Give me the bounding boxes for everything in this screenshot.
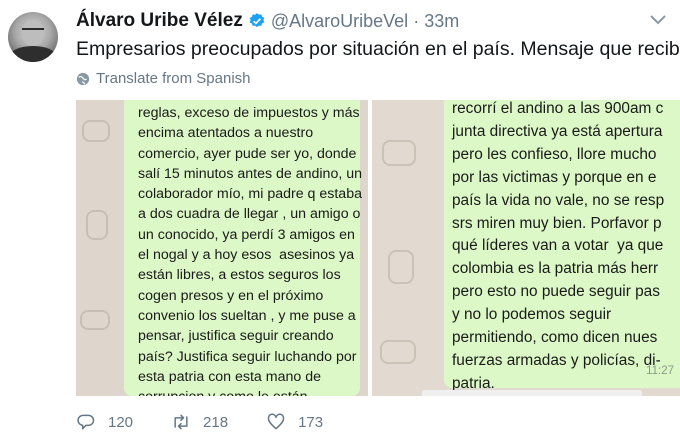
translate-link[interactable]: Translate from Spanish (76, 70, 251, 87)
tweet-header: Álvaro Uribe Vélez @AlvaroUribeVel · 33m (76, 10, 459, 32)
author-name[interactable]: Álvaro Uribe Vélez (76, 10, 243, 32)
tweet-media[interactable]: reglas, exceso de impuestos y más encima… (76, 100, 680, 396)
heart-icon (267, 413, 285, 430)
avatar-glasses (22, 28, 44, 33)
wallpaper-doodle (380, 340, 416, 364)
wallpaper-doodle (80, 310, 110, 330)
translate-label: Translate from Spanish (96, 70, 251, 87)
globe-icon (76, 72, 90, 85)
input-bar-edge (422, 390, 642, 396)
reply-icon (77, 414, 95, 430)
wallpaper-doodle (86, 210, 108, 240)
retweet-icon (174, 414, 188, 430)
avatar-suit (10, 46, 56, 62)
message-timestamp: 11:27 (646, 365, 674, 377)
reply-button[interactable]: 120 (76, 412, 133, 432)
chevron-down-icon[interactable] (650, 14, 666, 26)
wallpaper-doodle (82, 120, 110, 142)
author-handle[interactable]: @AlvaroUribeVel (271, 11, 408, 32)
retweet-count: 218 (203, 413, 229, 431)
verified-badge-icon (249, 13, 265, 28)
wallpaper-doodle (382, 140, 416, 166)
reply-count: 120 (108, 413, 134, 431)
screenshot-right[interactable]: recorrí el andino a las 900am c junta di… (372, 100, 680, 396)
avatar[interactable] (8, 12, 58, 62)
tweet-actions: 120 218 173 (76, 412, 361, 432)
screenshot-left[interactable]: reglas, exceso de impuestos y más encima… (76, 100, 368, 396)
like-count: 173 (298, 413, 324, 431)
separator-dot: · (413, 10, 420, 31)
retweet-button[interactable]: 218 (171, 412, 228, 432)
wallpaper-doodle (388, 250, 414, 284)
chat-message-left: reglas, exceso de impuestos y más encima… (138, 105, 363, 396)
chat-message-right: recorrí el andino a las 900am c junta di… (452, 100, 665, 392)
tweet-time[interactable]: 33m (424, 11, 459, 32)
tweet-text: Empresarios preocupados por situación en… (76, 38, 680, 60)
avatar-face (22, 20, 44, 46)
like-button[interactable]: 173 (266, 412, 323, 432)
